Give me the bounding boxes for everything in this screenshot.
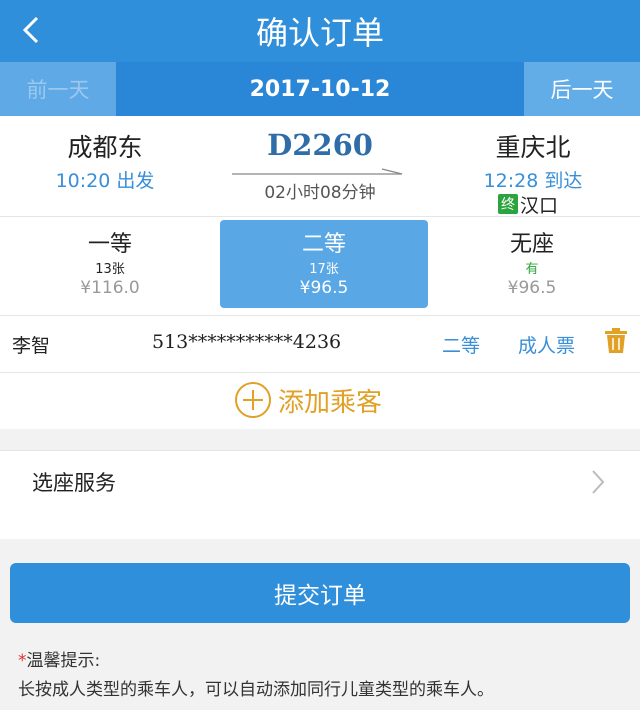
prev-day-button[interactable]: 前一天: [0, 62, 116, 116]
selected-date[interactable]: 2017-10-12: [116, 62, 524, 116]
seat-option-second-class[interactable]: 二等 17张 ¥96.5: [220, 220, 428, 308]
add-passenger-label: 添加乘客: [278, 387, 383, 418]
add-passenger-button[interactable]: 添加乘客: [234, 378, 434, 422]
tip-title: *温馨提示:: [18, 646, 100, 671]
departure-station: 成都东: [67, 133, 143, 162]
chevron-right-icon: [590, 468, 606, 496]
passenger-ticket-type[interactable]: 成人票: [518, 331, 575, 358]
tip-text: 长按成人类型的乘车人，可以自动添加同行儿童类型的乘车人。: [18, 680, 494, 700]
next-day-button[interactable]: 后一天: [524, 62, 640, 116]
page-title: 确认订单: [255, 14, 384, 52]
tip-title-text: 温馨提示:: [26, 651, 101, 671]
trash-icon[interactable]: [604, 328, 628, 354]
passenger-seat-class[interactable]: 二等: [442, 331, 480, 358]
submit-order-button[interactable]: 提交订单: [10, 563, 630, 623]
passenger-name: 李智: [12, 335, 51, 357]
seat-name: 二等: [301, 232, 346, 257]
seat-service-label: 选座服务: [32, 471, 116, 495]
terminal-station-name: 汉口: [520, 194, 559, 217]
seat-count: 有: [525, 262, 539, 277]
seat-name: 无座: [509, 232, 554, 257]
terminal-station: 终 汉口: [498, 192, 618, 217]
tip-asterisk: *: [18, 651, 27, 671]
seat-option-first-class[interactable]: 一等 13张 ¥116.0: [6, 220, 214, 308]
seat-count: 17张: [309, 262, 339, 277]
seat-option-no-seat[interactable]: 无座 有 ¥96.5: [428, 220, 636, 308]
passenger-id-number: 513***********4236: [152, 331, 342, 353]
seat-price: ¥96.5: [507, 278, 557, 298]
seat-count: 13张: [95, 262, 125, 277]
travel-duration: 02小时08分钟: [264, 183, 376, 203]
departure-time: 10:20 出发: [55, 170, 155, 192]
route-arrow-icon: [232, 163, 404, 175]
train-number: D2260: [267, 128, 373, 162]
terminal-badge-icon: 终: [498, 194, 518, 214]
back-arrow-icon[interactable]: [14, 10, 48, 50]
seat-price: ¥96.5: [299, 278, 349, 298]
spacer: [0, 515, 640, 539]
arrival-station: 重庆北: [495, 133, 571, 162]
plus-circle-icon: [234, 381, 272, 419]
seat-name: 一等: [87, 232, 132, 257]
seat-price: ¥116.0: [80, 278, 140, 298]
arrival-time: 12:28 到达: [483, 170, 583, 192]
